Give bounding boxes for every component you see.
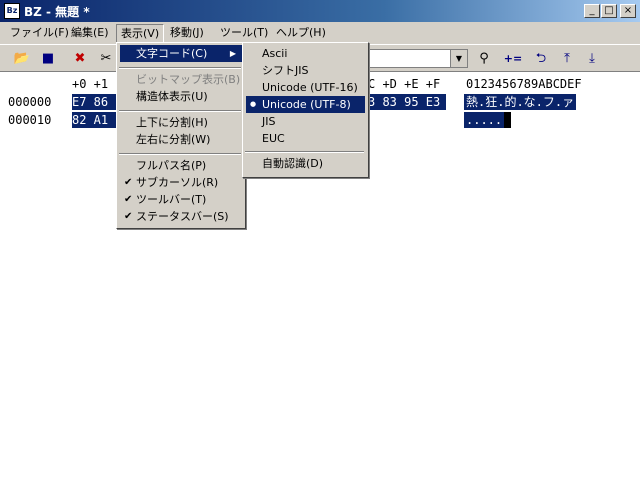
row-bytes-left[interactable]: E7 86 — [72, 94, 117, 110]
row-ascii[interactable]: 熱.狂.的.な.フ.ァ — [464, 94, 577, 110]
view-menu: 文字コード(C) ▶ ビットマップ表示(B) 構造体表示(U) 上下に分割(H)… — [116, 42, 246, 229]
minimize-button[interactable]: _ — [584, 4, 600, 18]
menu-item-label: 上下に分割(H) — [136, 116, 208, 129]
menu-item-ascii[interactable]: Ascii — [246, 45, 365, 62]
check-icon: ✔ — [124, 211, 133, 222]
menu-item-label: 文字コード(C) — [136, 47, 208, 60]
menu-item-toolbar[interactable]: ✔ ツールバー(T) — [120, 191, 242, 208]
binoculars-icon[interactable]: ⚲ — [474, 49, 494, 69]
title-bar: Bz BZ - 無題 * _ □ × — [0, 0, 640, 22]
chevron-down-icon[interactable]: ▼ — [450, 50, 467, 67]
close-button[interactable]: × — [620, 4, 636, 18]
header-offsets-left: +0 +1 — [72, 77, 109, 91]
menu-item-bitmap-view: ビットマップ表示(B) — [120, 71, 242, 88]
row-ascii[interactable]: ..... — [464, 112, 505, 128]
menu-item-label: EUC — [262, 132, 285, 145]
menu-item-utf8[interactable]: ● Unicode (UTF-8) — [246, 96, 365, 113]
menu-item-split-vertical[interactable]: 左右に分割(W) — [120, 131, 242, 148]
row-bytes-left[interactable]: 82 A1 — [72, 112, 117, 128]
open-folder-icon[interactable]: 📂 — [12, 49, 32, 69]
search-combo[interactable]: ▼ — [366, 49, 468, 68]
menu-item-subcursor[interactable]: ✔ サブカーソル(R) — [120, 174, 242, 191]
menu-help[interactable]: ヘルプ(H) — [272, 24, 330, 41]
menu-item-label: JIS — [262, 115, 276, 128]
menu-item-struct-view[interactable]: 構造体表示(U) — [120, 88, 242, 105]
menu-item-fullpath[interactable]: フルパス名(P) — [120, 157, 242, 174]
row-address: 000000 — [8, 95, 52, 109]
check-icon: ✔ — [124, 177, 133, 188]
radio-bullet-icon: ● — [250, 100, 257, 108]
row-address: 000010 — [8, 113, 52, 127]
window-title: BZ - 無題 * — [24, 5, 90, 19]
jump-bottom-icon[interactable]: ⤓ — [582, 49, 602, 69]
app-icon: Bz — [4, 3, 20, 19]
menu-item-label: Unicode (UTF-16) — [262, 81, 358, 94]
menu-item-label: Ascii — [262, 47, 288, 60]
menu-item-label: ステータスバー(S) — [136, 210, 229, 223]
menu-file[interactable]: ファイル(F) — [6, 24, 73, 41]
jump-top-icon[interactable]: ⤒ — [557, 49, 577, 69]
menu-separator — [245, 151, 364, 153]
menu-item-split-horizontal[interactable]: 上下に分割(H) — [120, 114, 242, 131]
menu-item-label: ツールバー(T) — [136, 193, 207, 206]
menu-item-label: 左右に分割(W) — [136, 133, 211, 146]
menu-item-auto-detect[interactable]: 自動認識(D) — [246, 155, 365, 172]
menu-separator — [119, 67, 241, 69]
menu-view[interactable]: 表示(V) — [116, 24, 165, 43]
menu-item-jis[interactable]: JIS — [246, 113, 365, 130]
cut-icon[interactable]: ✂ — [96, 49, 116, 69]
save-icon[interactable]: ■ — [38, 49, 58, 69]
menu-item-label: Unicode (UTF-8) — [262, 98, 351, 111]
menu-item-label: フルパス名(P) — [136, 159, 207, 172]
menu-jump[interactable]: 移動(J) — [166, 24, 208, 41]
menu-item-shift-jis[interactable]: シフトJIS — [246, 62, 365, 79]
menu-item-label: サブカーソル(R) — [136, 176, 219, 189]
cursor — [504, 112, 512, 128]
menu-separator — [119, 110, 241, 112]
charset-submenu: Ascii シフトJIS Unicode (UTF-16) ● Unicode … — [242, 42, 369, 178]
maximize-button[interactable]: □ — [601, 4, 617, 18]
delete-icon[interactable]: ✖ — [70, 49, 90, 69]
check-icon: ✔ — [124, 194, 133, 205]
plus-equal-icon[interactable]: += — [503, 49, 523, 69]
submenu-arrow-icon: ▶ — [229, 49, 236, 58]
menu-item-statusbar[interactable]: ✔ ステータスバー(S) — [120, 208, 242, 225]
menu-item-label: シフトJIS — [262, 64, 309, 77]
menu-edit[interactable]: 編集(E) — [67, 24, 113, 41]
menu-item-label: ビットマップ表示(B) — [136, 73, 241, 86]
menu-separator — [119, 153, 241, 155]
menu-item-label: 構造体表示(U) — [136, 90, 208, 103]
undo-icon[interactable]: ⮌ — [531, 49, 551, 69]
menu-item-label: 自動認識(D) — [262, 157, 324, 170]
header-offsets-right: C +D +E +F — [368, 77, 441, 91]
menu-item-euc[interactable]: EUC — [246, 130, 365, 147]
menu-item-charset[interactable]: 文字コード(C) ▶ — [120, 45, 242, 62]
row-bytes-right[interactable]: 3 83 95 E3 — [362, 94, 447, 110]
menu-bar: ファイル(F) 編集(E) 表示(V) 移動(J) ツール(T) ヘルプ(H) — [0, 22, 640, 43]
header-ascii: 0123456789ABCDEF — [466, 77, 582, 91]
menu-tools[interactable]: ツール(T) — [216, 24, 272, 41]
menu-item-utf16[interactable]: Unicode (UTF-16) — [246, 79, 365, 96]
